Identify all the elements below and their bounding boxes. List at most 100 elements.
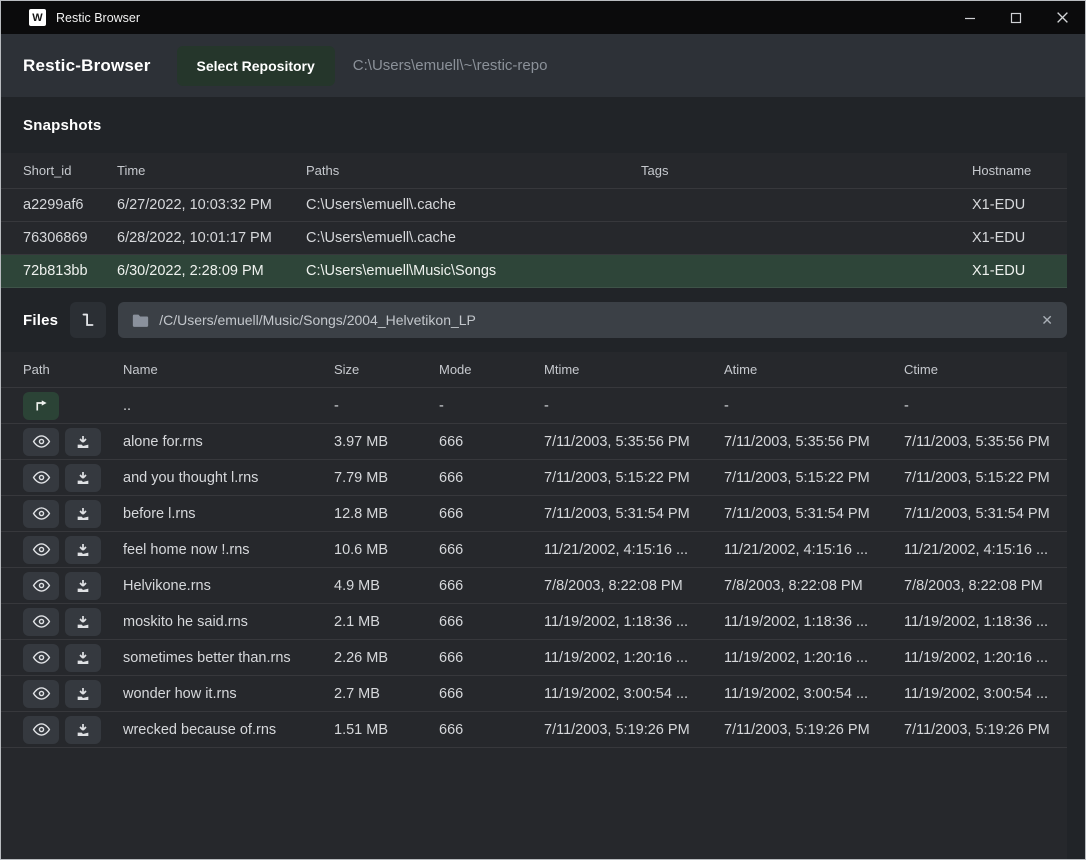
file-mtime: 11/21/2002, 4:15:16 ...: [544, 542, 724, 558]
preview-file-button[interactable]: [23, 464, 59, 492]
file-name: before l.rns: [123, 506, 334, 522]
file-ctime: 7/8/2003, 8:22:08 PM: [904, 578, 1063, 594]
file-size: 7.79 MB: [334, 470, 439, 486]
file-row: alone for.rns 3.97 MB 666 7/11/2003, 5:3…: [1, 424, 1085, 460]
column-header-name: Name: [123, 362, 334, 377]
download-file-button[interactable]: [65, 680, 101, 708]
download-icon: [75, 506, 91, 522]
parent-dir-button[interactable]: [23, 392, 59, 420]
file-size: 4.9 MB: [334, 578, 439, 594]
column-header-ctime: Ctime: [904, 362, 1063, 377]
column-header-path: Path: [23, 362, 123, 377]
file-ctime: 7/11/2003, 5:19:26 PM: [904, 722, 1063, 738]
file-size: 1.51 MB: [334, 722, 439, 738]
file-size: 2.26 MB: [334, 650, 439, 666]
file-mtime: 11/19/2002, 3:00:54 ...: [544, 686, 724, 702]
column-header-mtime: Mtime: [544, 362, 724, 377]
snapshot-row[interactable]: 76306869 6/28/2022, 10:01:17 PM C:\Users…: [1, 222, 1085, 255]
snapshot-paths: C:\Users\emuell\.cache: [306, 197, 641, 213]
tree-icon: [78, 310, 98, 330]
file-atime: 7/11/2003, 5:15:22 PM: [724, 470, 904, 486]
snapshot-hostname: X1-EDU: [972, 230, 1063, 246]
file-ctime: -: [904, 398, 1063, 414]
clear-path-button[interactable]: ✕: [1041, 313, 1053, 327]
file-mtime: 7/11/2003, 5:15:22 PM: [544, 470, 724, 486]
minimize-icon: [964, 12, 976, 24]
select-repository-button[interactable]: Select Repository: [177, 46, 335, 86]
file-size: 10.6 MB: [334, 542, 439, 558]
file-row: Helvikone.rns 4.9 MB 666 7/8/2003, 8:22:…: [1, 568, 1085, 604]
file-ctime: 11/19/2002, 1:20:16 ...: [904, 650, 1063, 666]
file-name: wonder how it.rns: [123, 686, 334, 702]
download-file-button[interactable]: [65, 608, 101, 636]
file-mode: 666: [439, 470, 544, 486]
preview-file-button[interactable]: [23, 428, 59, 456]
preview-file-button[interactable]: [23, 680, 59, 708]
download-file-button[interactable]: [65, 644, 101, 672]
download-icon: [75, 650, 91, 666]
file-atime: 7/11/2003, 5:31:54 PM: [724, 506, 904, 522]
arrow-up-right-icon: [32, 397, 50, 415]
file-row: before l.rns 12.8 MB 666 7/11/2003, 5:31…: [1, 496, 1085, 532]
download-file-button[interactable]: [65, 428, 101, 456]
eye-icon: [32, 506, 51, 521]
file-path-input[interactable]: /C/Users/emuell/Music/Songs/2004_Helveti…: [118, 302, 1067, 338]
snapshot-hostname: X1-EDU: [972, 263, 1063, 279]
snapshot-hostname: X1-EDU: [972, 197, 1063, 213]
file-atime: 11/19/2002, 1:20:16 ...: [724, 650, 904, 666]
file-mtime: -: [544, 398, 724, 414]
file-mode: 666: [439, 722, 544, 738]
file-mode: 666: [439, 434, 544, 450]
repository-path: C:\Users\emuell\~\restic-repo: [353, 57, 548, 74]
file-ctime: 11/21/2002, 4:15:16 ...: [904, 542, 1063, 558]
column-header-paths: Paths: [306, 163, 641, 178]
preview-file-button[interactable]: [23, 536, 59, 564]
snapshots-table-body: a2299af6 6/27/2022, 10:03:32 PM C:\Users…: [1, 189, 1085, 288]
file-size: 2.7 MB: [334, 686, 439, 702]
close-button[interactable]: [1039, 1, 1085, 34]
tree-view-toggle-button[interactable]: [70, 302, 106, 338]
file-atime: 7/8/2003, 8:22:08 PM: [724, 578, 904, 594]
snapshot-row[interactable]: 72b813bb 6/30/2022, 2:28:09 PM C:\Users\…: [1, 255, 1085, 288]
file-name: wrecked because of.rns: [123, 722, 334, 738]
file-mtime: 11/19/2002, 1:18:36 ...: [544, 614, 724, 630]
file-size: 2.1 MB: [334, 614, 439, 630]
snapshots-heading: Snapshots: [23, 117, 101, 134]
download-file-button[interactable]: [65, 464, 101, 492]
window-controls: [947, 1, 1085, 34]
column-header-short-id: Short_id: [23, 163, 117, 178]
file-ctime: 11/19/2002, 3:00:54 ...: [904, 686, 1063, 702]
file-mode: 666: [439, 686, 544, 702]
eye-icon: [32, 470, 51, 485]
file-atime: -: [724, 398, 904, 414]
minimize-button[interactable]: [947, 1, 993, 34]
download-icon: [75, 470, 91, 486]
file-ctime: 7/11/2003, 5:15:22 PM: [904, 470, 1063, 486]
eye-icon: [32, 434, 51, 449]
eye-icon: [32, 650, 51, 665]
file-mode: 666: [439, 650, 544, 666]
snapshot-paths: C:\Users\emuell\.cache: [306, 230, 641, 246]
preview-file-button[interactable]: [23, 500, 59, 528]
maximize-button[interactable]: [993, 1, 1039, 34]
download-file-button[interactable]: [65, 536, 101, 564]
eye-icon: [32, 722, 51, 737]
snapshot-row[interactable]: a2299af6 6/27/2022, 10:03:32 PM C:\Users…: [1, 189, 1085, 222]
preview-file-button[interactable]: [23, 608, 59, 636]
file-mtime: 7/11/2003, 5:35:56 PM: [544, 434, 724, 450]
preview-file-button[interactable]: [23, 644, 59, 672]
folder-icon: [132, 313, 149, 328]
eye-icon: [32, 614, 51, 629]
snapshots-table: Short_id Time Paths Tags Hostname a2299a…: [1, 153, 1085, 288]
file-size: -: [334, 398, 439, 414]
preview-file-button[interactable]: [23, 572, 59, 600]
download-file-button[interactable]: [65, 716, 101, 744]
preview-file-button[interactable]: [23, 716, 59, 744]
snapshot-time: 6/27/2022, 10:03:32 PM: [117, 197, 306, 213]
download-file-button[interactable]: [65, 500, 101, 528]
download-file-button[interactable]: [65, 572, 101, 600]
column-header-size: Size: [334, 362, 439, 377]
snapshots-heading-band: Snapshots: [1, 97, 1085, 153]
file-mtime: 7/11/2003, 5:31:54 PM: [544, 506, 724, 522]
file-name: and you thought l.rns: [123, 470, 334, 486]
